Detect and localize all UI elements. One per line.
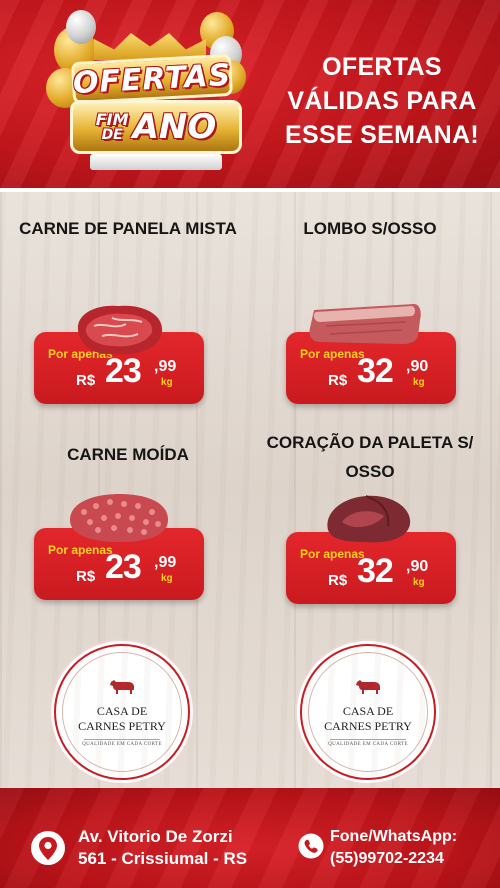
- product-card: CORAÇÃO DA PALETA S/ OSSO Por apenas R$ …: [250, 432, 490, 622]
- price-unit: kg: [161, 573, 173, 584]
- store-logo: CASA DE CARNES PETRY QUALIDADE EM CADA C…: [54, 644, 190, 780]
- price-unit: kg: [161, 377, 173, 388]
- header-banner: OFERTAS FIM DE ANO OFERTAS VÁLIDAS PARA …: [0, 0, 500, 188]
- product-name: CARNE DE PANELA MISTA: [19, 219, 237, 238]
- logo-base: [90, 154, 222, 170]
- price-unit: kg: [413, 377, 425, 388]
- price-cents: ,99: [154, 554, 177, 571]
- product-card: CARNE MOÍDA Por apenas R$ 23 ,99 kg: [8, 438, 248, 618]
- price-prefix: Por apenas: [300, 347, 365, 361]
- wood-background: CARNE DE PANELA MISTA Por apenas R$ 23 ,…: [0, 188, 500, 788]
- product-card: LOMBO S/OSSO Por apenas R$ 32 ,90 kg: [250, 212, 490, 422]
- footer-contact-bar: Av. Vitorio De Zorzi 561 - Crissiumal - …: [0, 788, 500, 888]
- ofertas-plate: OFERTAS: [71, 53, 233, 105]
- beef-chunk-image: [77, 305, 163, 355]
- whatsapp-phone-icon: [298, 833, 324, 859]
- coracao-paleta-image: [327, 495, 411, 543]
- store-name-line: CARNES PETRY: [78, 719, 166, 733]
- logo-de-text: DE: [101, 127, 123, 143]
- currency-symbol: R$: [76, 372, 96, 389]
- contact-label: Fone/WhatsApp:: [330, 828, 458, 845]
- divider: [330, 739, 406, 740]
- price-prefix: Por apenas: [48, 543, 113, 557]
- store-name: CASA DE CARNES PETRY: [302, 704, 434, 734]
- ofertas-fim-de-ano-logo: OFERTAS FIM DE ANO: [42, 8, 252, 180]
- store-tagline: QUALIDADE EM CADA CORTE: [328, 742, 408, 747]
- cow-icon: [110, 680, 134, 694]
- cow-icon: [356, 680, 380, 694]
- address-line: Av. Vitorio De Zorzi: [78, 827, 233, 846]
- currency-symbol: R$: [328, 572, 348, 589]
- product-card: CARNE DE PANELA MISTA Por apenas R$ 23 ,…: [8, 212, 248, 422]
- price-unit: kg: [413, 577, 425, 588]
- message-line: OFERTAS: [322, 53, 442, 81]
- price-integer: 32: [357, 352, 394, 390]
- message-line: VÁLIDAS PARA: [287, 87, 477, 115]
- price-integer: 23: [105, 548, 142, 586]
- currency-symbol: R$: [76, 568, 96, 585]
- price-cents: ,90: [406, 358, 429, 375]
- price-cents: ,99: [154, 358, 177, 375]
- silver-balloon-icon: [66, 10, 96, 44]
- price-cents: ,90: [406, 558, 429, 575]
- store-name-line: CASA DE: [342, 704, 394, 718]
- offer-validity-message: OFERTAS VÁLIDAS PARA ESSE SEMANA!: [268, 50, 496, 152]
- price-integer: 32: [357, 552, 394, 590]
- store-name: CASA DE CARNES PETRY: [56, 704, 188, 734]
- logo-ofertas-text: OFERTAS: [72, 57, 232, 101]
- fim-de-ano-plate: FIM DE ANO: [70, 100, 242, 154]
- store-name-line: CASA DE: [96, 704, 148, 718]
- store-logo: CASA DE CARNES PETRY QUALIDADE EM CADA C…: [300, 644, 436, 780]
- logo-ano-text: ANO: [132, 107, 217, 147]
- store-tagline: QUALIDADE EM CADA CORTE: [82, 742, 162, 747]
- message-line: ESSE SEMANA!: [285, 121, 479, 149]
- contact-info: Fone/WhatsApp: (55)99702-2234: [330, 826, 457, 870]
- store-name-line: CARNES PETRY: [324, 719, 412, 733]
- product-name: CARNE MOÍDA: [67, 445, 189, 464]
- price-prefix: Por apenas: [300, 547, 365, 561]
- divider: [84, 739, 160, 740]
- lombo-cut-image: [309, 304, 421, 344]
- product-name: LOMBO S/OSSO: [303, 219, 437, 238]
- store-address: Av. Vitorio De Zorzi 561 - Crissiumal - …: [78, 826, 247, 870]
- product-name: CORAÇÃO DA PALETA S/ OSSO: [266, 433, 474, 481]
- location-pin-icon: [31, 831, 65, 865]
- address-line: 561 - Crissiumal - RS: [78, 849, 248, 868]
- phone-number[interactable]: (55)99702-2234: [330, 848, 457, 870]
- currency-symbol: R$: [328, 372, 348, 389]
- logo-fim-text: FIM: [95, 110, 129, 129]
- ground-beef-image: [70, 494, 168, 542]
